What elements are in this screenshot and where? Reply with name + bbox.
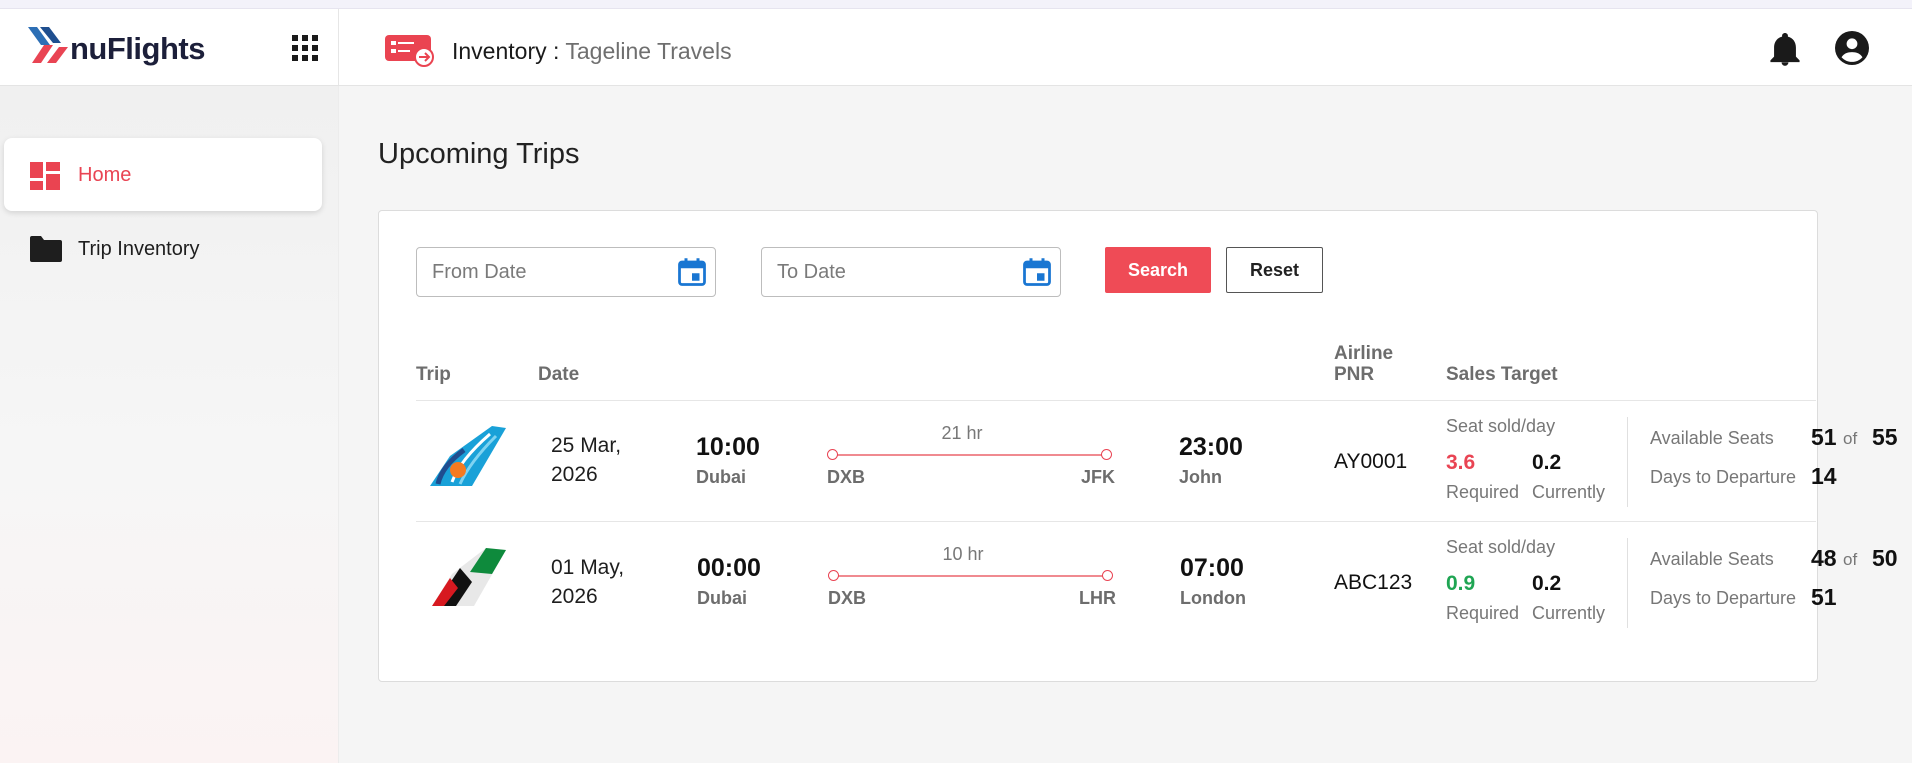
account-circle-icon[interactable]	[1835, 31, 1869, 65]
destination-code: JFK	[1081, 467, 1116, 487]
arrival-city: London	[1180, 588, 1246, 608]
of-label: of	[1843, 550, 1858, 569]
total-seats-value: 55	[1872, 424, 1898, 450]
row-divider	[416, 521, 1816, 522]
arrival-time: 23:00	[1179, 433, 1243, 461]
departure-time: 00:00	[697, 554, 761, 582]
required-value: 0.9	[1446, 572, 1476, 595]
departure-city: Dubai	[696, 467, 747, 487]
column-header-airline: Airline	[1334, 343, 1394, 364]
required-label: Required	[1446, 482, 1520, 502]
departure-city: Dubai	[697, 588, 748, 608]
emirates-tail-logo	[432, 548, 506, 606]
top-strip	[0, 0, 1912, 9]
flydubai-tail-logo	[430, 426, 506, 486]
route-end-dot	[1102, 570, 1113, 581]
page-header-title: Inventory : Tageline Travels	[452, 38, 732, 65]
required-value: 3.6	[1446, 451, 1476, 474]
folder-icon	[30, 236, 62, 262]
trip-date-line1: 01 May,	[551, 556, 625, 579]
available-seats-label: Available Seats	[1650, 549, 1774, 569]
sidebar-item-label: Home	[78, 164, 132, 186]
column-header-date: Date	[538, 364, 580, 385]
route-line	[832, 454, 1106, 456]
destination-code: LHR	[1079, 588, 1116, 608]
calendar-icon[interactable]	[677, 257, 707, 287]
bell-icon[interactable]	[1770, 33, 1800, 67]
nuflights-logo-icon	[28, 27, 68, 63]
calendar-icon[interactable]	[1022, 257, 1052, 287]
currently-label: Currently	[1532, 603, 1606, 623]
column-header-sales-target: Sales Target	[1446, 364, 1558, 385]
arrival-time: 07:00	[1180, 554, 1244, 582]
currently-label: Currently	[1532, 482, 1606, 502]
logo-text: nuFlights	[70, 31, 205, 66]
row-divider	[416, 400, 1816, 401]
inventory-ticket-icon	[385, 35, 434, 67]
route-start-dot	[827, 449, 838, 460]
route-end-dot	[1101, 449, 1112, 460]
available-seats-value: 51	[1811, 424, 1837, 450]
search-button[interactable]: Search	[1105, 247, 1211, 293]
column-divider	[1627, 417, 1628, 507]
days-to-departure-label: Days to Departure	[1650, 588, 1797, 608]
departure-time: 10:00	[696, 433, 760, 461]
flight-duration: 21 hr	[941, 423, 983, 443]
of-label: of	[1843, 429, 1858, 448]
sidebar-item-label: Trip Inventory	[78, 238, 200, 260]
available-seats-value: 48	[1811, 545, 1837, 571]
total-seats-value: 50	[1872, 545, 1898, 571]
column-divider	[1627, 538, 1628, 628]
app-header: nuFlights Inventory : Tageline Travels	[0, 9, 1912, 86]
route-start-dot	[828, 570, 839, 581]
from-date-input[interactable]: From Date	[416, 247, 716, 297]
trip-date-line1: 25 Mar,	[551, 434, 622, 457]
trip-date-line2: 2026	[551, 585, 598, 608]
sidebar: Home Trip Inventory	[0, 86, 339, 763]
available-seats-label: Available Seats	[1650, 428, 1774, 448]
to-date-placeholder: To Date	[777, 261, 846, 283]
airline-pnr: AY0001	[1334, 450, 1408, 473]
reset-button[interactable]: Reset	[1226, 247, 1323, 293]
arrival-city: John	[1179, 467, 1222, 487]
trip-date-line2: 2026	[551, 463, 598, 486]
to-date-input[interactable]: To Date	[761, 247, 1061, 297]
route-line	[833, 575, 1107, 577]
apps-grid-icon[interactable]	[292, 35, 320, 63]
sidebar-item-home[interactable]: Home	[4, 138, 322, 211]
title-organization: Tageline Travels	[565, 38, 732, 64]
days-to-departure-value: 51	[1811, 584, 1837, 610]
column-header-trip: Trip	[416, 364, 451, 385]
origin-code: DXB	[828, 588, 867, 608]
days-to-departure-label: Days to Departure	[1650, 467, 1797, 487]
dashboard-icon	[30, 162, 60, 190]
flight-duration: 10 hr	[942, 544, 984, 564]
days-to-departure-value: 14	[1811, 463, 1837, 489]
origin-code: DXB	[827, 467, 866, 487]
title-label: Inventory :	[452, 38, 560, 64]
sidebar-item-trip-inventory[interactable]: Trip Inventory	[4, 212, 322, 285]
current-value: 0.2	[1532, 572, 1562, 595]
airline-pnr: ABC123	[1334, 571, 1413, 594]
page-title: Upcoming Trips	[378, 138, 580, 170]
column-header-pnr: PNR	[1334, 364, 1375, 385]
seat-sold-label: Seat sold/day	[1446, 537, 1556, 557]
required-label: Required	[1446, 603, 1520, 623]
from-date-placeholder: From Date	[432, 261, 527, 283]
seat-sold-label: Seat sold/day	[1446, 416, 1556, 436]
logo-area: nuFlights	[0, 9, 339, 85]
current-value: 0.2	[1532, 451, 1562, 474]
